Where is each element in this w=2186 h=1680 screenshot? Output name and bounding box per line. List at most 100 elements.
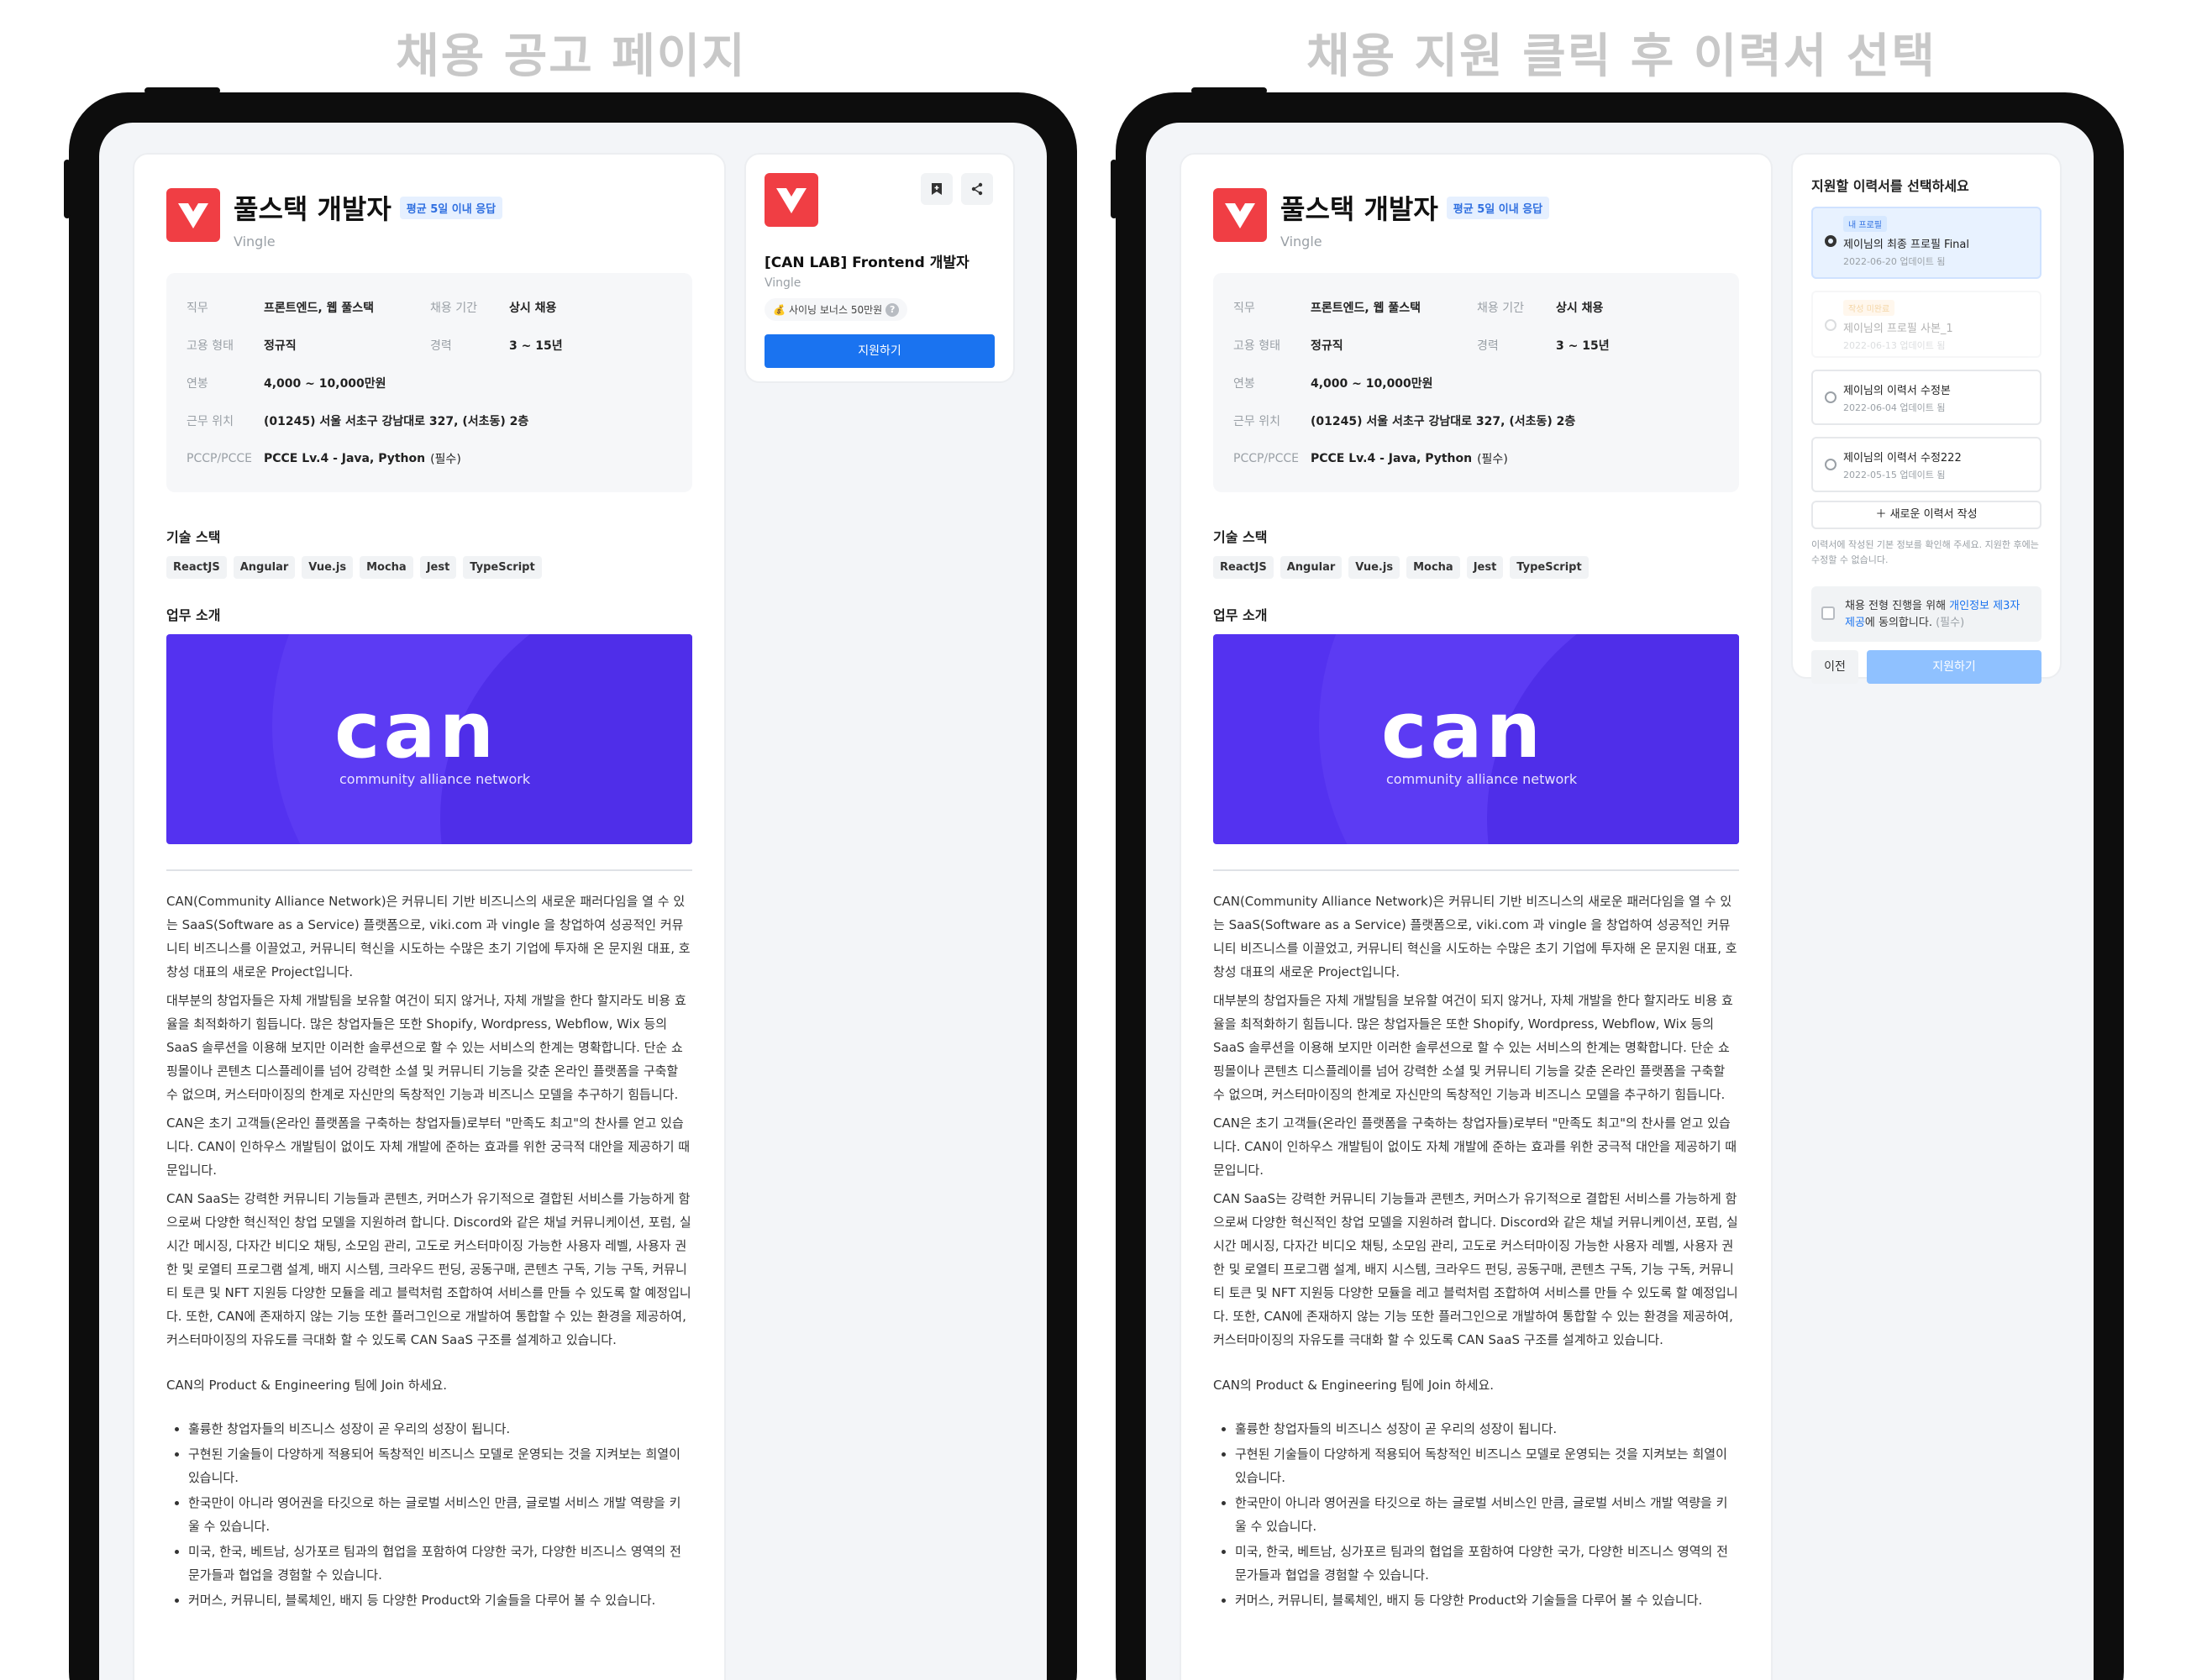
can-logo: can [1381,700,1544,767]
description-paragraph: CAN SaaS는 강력한 커뮤니티 기능들과 콘텐츠, 커머스가 유기적으로 … [1213,1191,1738,1347]
description-paragraph: 대부분의 창업자들은 자체 개발팀을 보유할 여건이 되지 않거나, 자체 개발… [1213,993,1733,1102]
job-header: 풀스택 개발자 평균 5일 이내 응답 Vingle [166,188,692,249]
can-logo: can [334,700,497,767]
resume-name: 제이님의 최종 프로필 Final [1843,239,1969,251]
job-detail-card: 풀스택 개발자 평균 5일 이내 응답 Vingle 직무 프론트엔드, 웹 풀… [1180,153,1773,1680]
resume-actions: 이전 지원하기 [1811,650,2041,684]
resume-note: 이력서에 작성된 기본 정보를 확인해 주세요. 지원한 후에는 수정할 수 없… [1811,539,2039,565]
share-icon[interactable] [961,173,993,205]
description-paragraph: CAN은 초기 고객들(온라인 플랫폼을 구축하는 창업자들)로부터 "만족도 … [1213,1116,1737,1178]
info-label: 채용 기간 [1477,301,1524,315]
apply-summary-card: [CAN LAB] Frontend 개발자 Vingle 💰 사이닝 보너스 … [744,153,1015,383]
stage: 채용 공고 페이지 채용 지원 클릭 후 이력서 선택 풀스택 개발자 평균 5… [0,0,2186,1680]
svg-text:can: can [1381,700,1544,767]
tech-tags: ReactJS Angular Vue.js Mocha Jest TypeSc… [166,556,692,579]
info-value: PCCE Lv.4 - Java, Python [264,451,426,465]
info-label: 채용 기간 [430,301,477,315]
list-item: 미국, 한국, 베트남, 싱가포르 팀과의 협업을 포함하여 다양한 국가, 다… [188,1540,692,1587]
svg-text:can: can [334,700,497,767]
resume-option[interactable]: 제이님의 이력서 수정222 2022-05-15 업데이트 됨 [1811,437,2041,492]
company-banner: can community alliance network [1213,634,1739,844]
description-paragraph: 대부분의 창업자들은 자체 개발팀을 보유할 여건이 되지 않거나, 자체 개발… [166,993,686,1102]
bookmark-icon[interactable] [921,173,953,205]
company-banner: can community alliance network [166,634,692,844]
info-value: 정규직 [264,339,297,353]
info-value: (01245) 서울 서초구 강남대로 327, (서초동) 2층 [264,414,529,428]
new-resume-button[interactable]: ＋ 새로운 이력서 작성 [1811,501,2041,529]
info-label: 경력 [1477,339,1499,353]
resume-badge: 내 프로필 [1843,216,1887,232]
device-button [1191,87,1267,94]
tech-tag: Mocha [360,556,413,579]
device-button [64,160,71,218]
info-value: 프론트엔드, 웹 풀스택 [264,301,374,315]
resume-date: 2022-06-04 업데이트 됨 [1843,402,1946,413]
side-company[interactable]: Vingle [765,276,995,290]
tech-tag: ReactJS [1213,556,1274,579]
tech-tags: ReactJS Angular Vue.js Mocha Jest TypeSc… [1213,556,1739,579]
info-label: 직무 [187,301,208,315]
radio [1825,319,1837,331]
new-resume-label: 새로운 이력서 작성 [1889,508,1978,521]
resume-heading: 지원할 이력서를 선택하세요 [1811,178,1969,194]
info-label: 연봉 [1233,376,1255,391]
info-label: 고용 형태 [187,339,234,353]
submit-apply-button[interactable]: 지원하기 [1867,650,2041,684]
radio[interactable] [1825,391,1837,403]
list-item: 구현된 기술들이 다양하게 적용되어 독창적인 비즈니스 모델로 운영되는 것을… [1235,1442,1739,1489]
info-value: 4,000 ~ 10,000만원 [1311,376,1433,391]
banner-subtitle: community alliance network [1386,771,1578,787]
info-value: 3 ~ 15년 [509,339,563,353]
resume-date: 2022-06-20 업데이트 됨 [1843,256,1946,267]
resume-name: 제이님의 프로필 사본_1 [1843,323,1953,335]
info-value: (01245) 서울 서초구 강남대로 327, (서초동) 2층 [1311,414,1576,428]
tech-tag: Mocha [1406,556,1460,579]
job-detail-card: 풀스택 개발자 평균 5일 이내 응답 Vingle 직무 프론트엔드, 웹 풀… [133,153,726,1680]
consent-checkbox[interactable] [1821,606,1835,620]
divider [1213,869,1739,871]
prev-button[interactable]: 이전 [1811,650,1858,684]
consent-required: (필수) [1936,617,1965,629]
consent-text: 에 동의합니다. [1864,617,1932,629]
caption-left: 채용 공고 페이지 [396,29,747,84]
tech-tag: Vue.js [1348,556,1400,579]
signing-bonus-badge: 💰 사이닝 보너스 50만원 ? [765,298,908,321]
info-value: PCCE Lv.4 - Java, Python [1311,451,1473,465]
tablet-frame-left: 풀스택 개발자 평균 5일 이내 응답 Vingle 직무 프론트엔드, 웹 풀… [64,87,1077,1680]
list-item: 한국만이 아니라 영어권을 타깃으로 하는 글로벌 서비스인 만큼, 글로벌 서… [1235,1491,1739,1538]
job-intro-title: 업무 소개 [1213,607,1268,623]
job-intro-title: 업무 소개 [166,607,221,623]
job-title: 풀스택 개발자 [1280,193,1438,225]
benefit-list: 훌륭한 창업자들의 비즈니스 성장이 곧 우리의 성장이 됩니다. 구현된 기술… [1213,1417,1739,1612]
consent-box[interactable]: 채용 전형 진행을 위해 개인정보 제3자 제공에 동의합니다. (필수) [1811,586,2041,642]
info-label: PCCP/PCCE [1233,451,1299,465]
job-description: CAN(Community Alliance Network)은 커뮤니티 기반… [166,890,692,1612]
resume-date: 2022-06-13 업데이트 됨 [1843,340,1946,351]
company-name[interactable]: Vingle [1280,234,1549,249]
screen-right: 풀스택 개발자 평균 5일 이내 응답 Vingle 직무 프론트엔드, 웹 풀… [1146,123,2094,1680]
tech-tag: Jest [1466,556,1504,579]
radio[interactable] [1825,459,1837,470]
info-value: 3 ~ 15년 [1556,339,1610,353]
job-title: 풀스택 개발자 [234,193,391,225]
list-item: 커머스, 커뮤니티, 블록체인, 배지 등 다양한 Product와 기술들을 … [1235,1588,1739,1612]
plus-icon: ＋ [1875,508,1890,521]
resume-option[interactable]: 제이님의 이력서 수정본 2022-06-04 업데이트 됨 [1811,370,2041,425]
radio-selected[interactable] [1825,235,1837,247]
join-line: CAN의 Product & Engineering 팀에 Join 하세요. [166,1378,448,1393]
apply-button[interactable]: 지원하기 [765,334,995,368]
description-paragraph: CAN SaaS는 강력한 커뮤니티 기능들과 콘텐츠, 커머스가 유기적으로 … [166,1191,691,1347]
consent-text: 채용 전형 진행을 위해 [1845,600,1950,612]
resume-option-disabled: 작성 미완료 제이님의 프로필 사본_1 2022-06-13 업데이트 됨 [1811,291,2041,358]
info-value: 상시 채용 [1556,301,1604,315]
caption-right: 채용 지원 클릭 후 이력서 선택 [1306,29,1936,84]
resume-option[interactable]: 내 프로필 제이님의 최종 프로필 Final 2022-06-20 업데이트 … [1811,207,2041,279]
side-job-title: [CAN LAB] Frontend 개발자 [765,255,970,271]
info-label: 근무 위치 [187,414,234,428]
info-label: PCCP/PCCE [187,451,252,465]
company-name[interactable]: Vingle [234,234,502,249]
list-item: 구현된 기술들이 다양하게 적용되어 독창적인 비즈니스 모델로 운영되는 것을… [188,1442,692,1489]
help-icon[interactable]: ? [885,302,900,317]
info-label: 직무 [1233,301,1255,315]
bonus-text: 사이닝 보너스 50만원 [788,304,883,316]
